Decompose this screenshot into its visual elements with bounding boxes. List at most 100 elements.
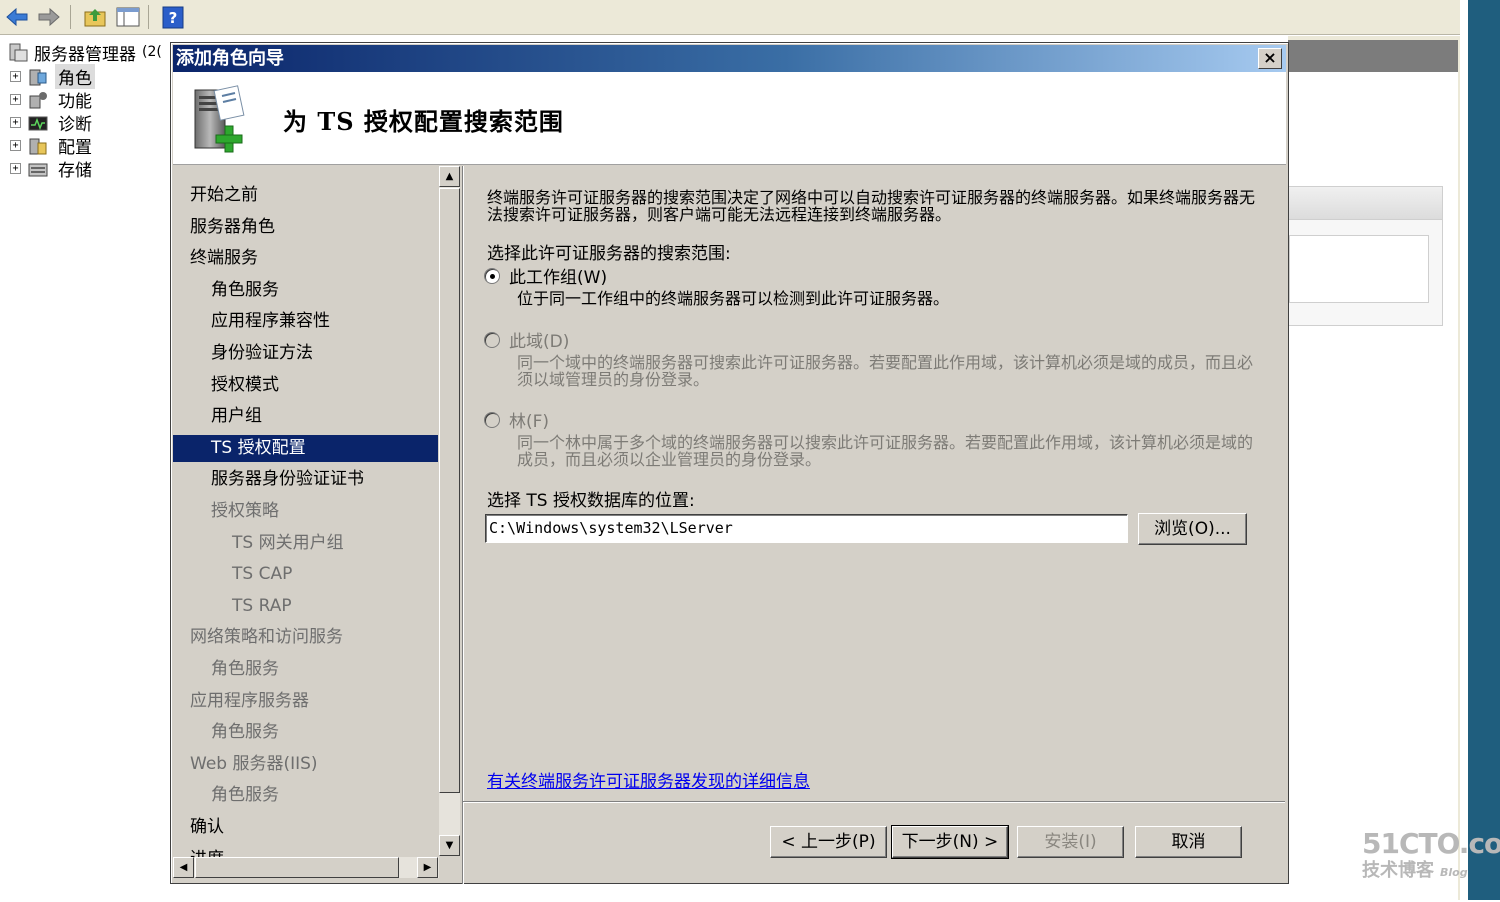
option-domain-label: 此域(D) [509,332,570,352]
option-domain[interactable]: 此域(D) [484,327,569,352]
nav-item[interactable]: TS CAP [173,561,438,588]
nav-item[interactable]: 角色服务 [173,782,438,809]
main-toolbar: ? [0,0,1460,35]
nav-item[interactable]: 服务器身份验证证书 [173,466,438,493]
watermark-site: 51CTO.com [1362,827,1500,860]
page-description: 终端服务许可证服务器的搜索范围决定了网络中可以自动搜索许可证服务器的终端服务器。… [487,188,1256,224]
toolbar-separator [148,5,149,29]
page-title: 为 TS 授权配置搜索范围 [283,107,564,136]
desktop-background [1460,0,1500,900]
tree-item-label: 诊断 [58,115,92,135]
scroll-down-icon[interactable]: ▼ [439,835,460,856]
nav-item[interactable]: 开始之前 [173,182,438,209]
add-roles-wizard: 添加角色向导 × 为 TS 授权配置搜索范围 开始之前 服务器角色 终端服务 角… [170,42,1289,884]
nav-item[interactable]: TS 网关用户组 [173,530,438,557]
nav-item[interactable]: 网络策略和访问服务 [173,624,438,651]
roles-icon [27,67,49,87]
nav-item[interactable]: TS RAP [173,593,438,620]
expand-icon[interactable]: + [10,71,21,82]
wizard-titlebar[interactable]: 添加角色向导 × [173,45,1286,72]
nav-vertical-scrollbar[interactable]: ▲ ▼ [439,166,460,856]
watermark-tagline: 技术博客 [1362,860,1434,881]
nav-horizontal-scrollbar[interactable]: ◀ ▶ [173,857,439,878]
nav-item[interactable]: 用户组 [173,403,438,430]
nav-item[interactable]: 确认 [173,814,438,841]
radio-forest[interactable] [484,411,500,428]
nav-item[interactable]: 授权策略 [173,498,438,525]
back-button[interactable]: < 上一步(P) [770,826,887,858]
console-tree: 服务器管理器 (2( + 角色 + 功能 + 诊断 + 配置 + 存储 [0,36,170,900]
nav-item[interactable]: 角色服务 [173,719,438,746]
footer-separator [463,801,1285,803]
pane-divider [462,166,464,884]
tree-root[interactable]: 服务器管理器 (2( [6,40,162,65]
tree-item-configuration[interactable]: + 配置 [10,134,95,158]
nav-item[interactable]: 应用程序服务器 [173,688,438,715]
close-button[interactable]: × [1258,48,1282,69]
next-button[interactable]: 下一步(N) > [891,825,1009,859]
nav-item[interactable]: 应用程序兼容性 [173,308,438,335]
expand-icon[interactable]: + [10,163,21,174]
database-path-input[interactable]: C:\Windows\system32\LServer [485,514,1128,543]
nav-item[interactable]: Web 服务器(IIS) [173,751,438,778]
scope-label: 选择此许可证服务器的搜索范围: [487,244,731,264]
toolbar-separator [70,5,71,29]
scroll-thumb[interactable] [439,188,460,793]
tree-root-label: 服务器管理器 [34,44,136,65]
tree-item-label: 存储 [58,161,92,181]
up-folder-icon[interactable] [82,5,108,29]
expand-icon[interactable]: + [10,117,21,128]
scroll-thumb[interactable] [195,857,399,878]
option-forest-label: 林(F) [509,412,550,432]
back-arrow-icon[interactable] [4,5,30,29]
nav-item[interactable]: 终端服务 [173,245,438,272]
configuration-icon [27,136,49,156]
option-workgroup-description: 位于同一工作组中的终端服务器可以检测到此许可证服务器。 [517,289,950,308]
wizard-header: 为 TS 授权配置搜索范围 [173,72,1286,165]
radio-workgroup[interactable] [484,267,500,284]
details-header-bar [1288,40,1458,74]
features-icon [27,90,49,110]
wizard-title: 添加角色向导 [176,48,284,69]
browse-button[interactable]: 浏览(O)... [1138,513,1247,545]
option-forest[interactable]: 林(F) [484,407,549,432]
more-info-link[interactable]: 有关终端服务许可证服务器发现的详细信息 [487,767,810,792]
radio-domain[interactable] [484,331,500,348]
wizard-navigation: 开始之前 服务器角色 终端服务 角色服务 应用程序兼容性 身份验证方法 授权模式 用户组 TS … [173,166,439,858]
scroll-left-icon[interactable]: ◀ [173,857,194,878]
nav-item[interactable]: 角色服务 [173,656,438,683]
install-button[interactable]: 安装(I) [1017,826,1124,858]
option-workgroup[interactable]: 此工作组(W) [484,263,607,288]
tree-item-features[interactable]: + 功能 [10,88,95,112]
scroll-right-icon[interactable]: ▶ [417,857,438,878]
diagnostics-icon [27,113,49,133]
watermark-blog: Blog [1440,866,1468,879]
forward-arrow-icon[interactable] [36,5,62,29]
details-section-body [1289,235,1429,303]
show-hide-tree-icon[interactable] [115,5,141,29]
tree-item-storage[interactable]: + 存储 [10,157,95,181]
details-section-header [1289,187,1442,220]
nav-item[interactable]: 授权模式 [173,372,438,399]
scroll-up-icon[interactable]: ▲ [439,166,460,187]
database-location-label: 选择 TS 授权数据库的位置: [487,491,695,511]
nav-item[interactable]: TS 授权配置 [173,434,438,462]
tree-item-label: 功能 [58,92,92,112]
nav-item[interactable]: 身份验证方法 [173,340,438,367]
server-manager-icon [6,42,28,62]
help-icon[interactable]: ? [160,5,186,29]
watermark: 51CTO.com 技术博客 Blog [1362,830,1500,880]
nav-item[interactable]: 服务器角色 [173,214,438,241]
svg-text:?: ? [169,9,178,27]
option-forest-description: 同一个林中属于多个域的终端服务器可以搜索此许可证服务器。若要配置此作用域，该计算… [517,433,1254,469]
tree-item-label: 配置 [58,138,92,158]
tree-item-label: 角色 [55,64,95,89]
nav-item[interactable]: 角色服务 [173,277,438,304]
expand-icon[interactable]: + [10,140,21,151]
tree-item-roles[interactable]: + 角色 [10,64,95,89]
tree-item-diagnostics[interactable]: + 诊断 [10,111,95,135]
cancel-button[interactable]: 取消 [1135,826,1242,858]
option-domain-description: 同一个域中的终端服务器可搜索此许可证服务器。若要配置此作用域，该计算机必须是域的… [517,353,1254,389]
tree-root-suffix: (2( [142,44,162,60]
expand-icon[interactable]: + [10,94,21,105]
